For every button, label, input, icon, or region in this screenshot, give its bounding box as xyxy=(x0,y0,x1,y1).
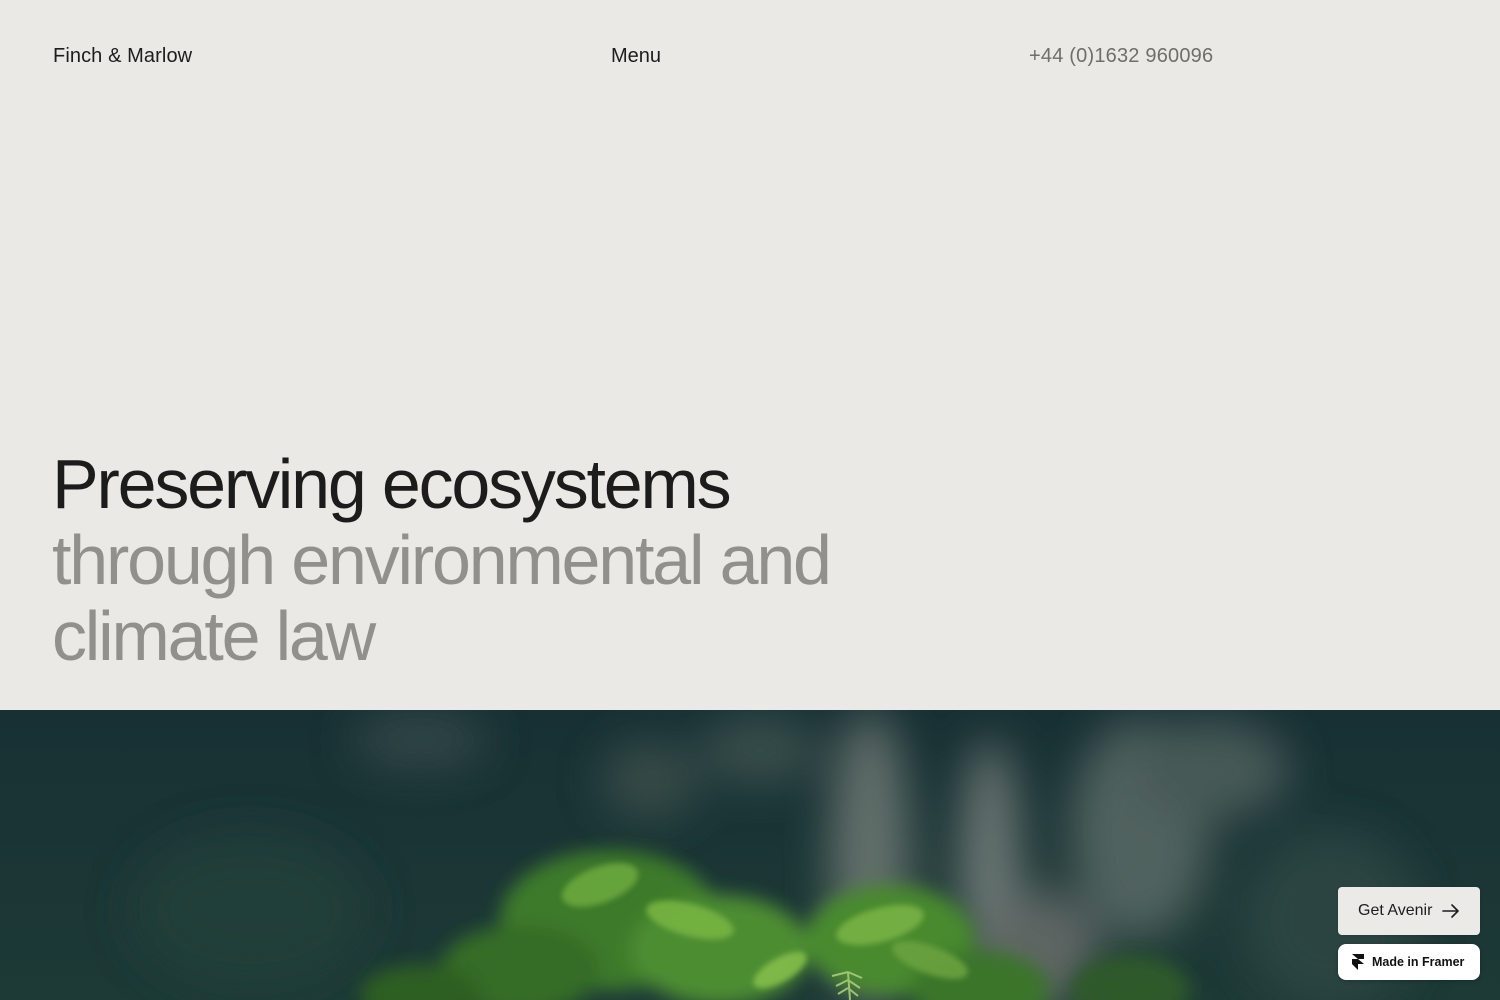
arrow-right-icon xyxy=(1442,904,1460,918)
hero-heading-secondary: through environmental and climate law xyxy=(52,521,832,675)
hero-heading-primary: Preserving ecosystems xyxy=(52,445,732,523)
framer-logo-icon xyxy=(1352,954,1364,970)
hero-photo xyxy=(0,710,1500,1000)
menu-button[interactable]: Menu xyxy=(611,44,661,68)
get-avenir-label: Get Avenir xyxy=(1358,902,1433,919)
brand-logo-link[interactable]: Finch & Marlow xyxy=(53,44,192,68)
forest-fern-photo xyxy=(0,710,1500,1000)
made-in-framer-label: Made in Framer xyxy=(1372,955,1465,969)
made-in-framer-badge[interactable]: Made in Framer xyxy=(1338,944,1480,980)
hero-heading: Preserving ecosystems through environmen… xyxy=(52,446,952,674)
phone-link[interactable]: +44 (0)1632 960096 xyxy=(1029,44,1213,68)
site-header: Finch & Marlow Menu +44 (0)1632 960096 xyxy=(0,0,1500,112)
get-avenir-button[interactable]: Get Avenir xyxy=(1338,887,1480,935)
